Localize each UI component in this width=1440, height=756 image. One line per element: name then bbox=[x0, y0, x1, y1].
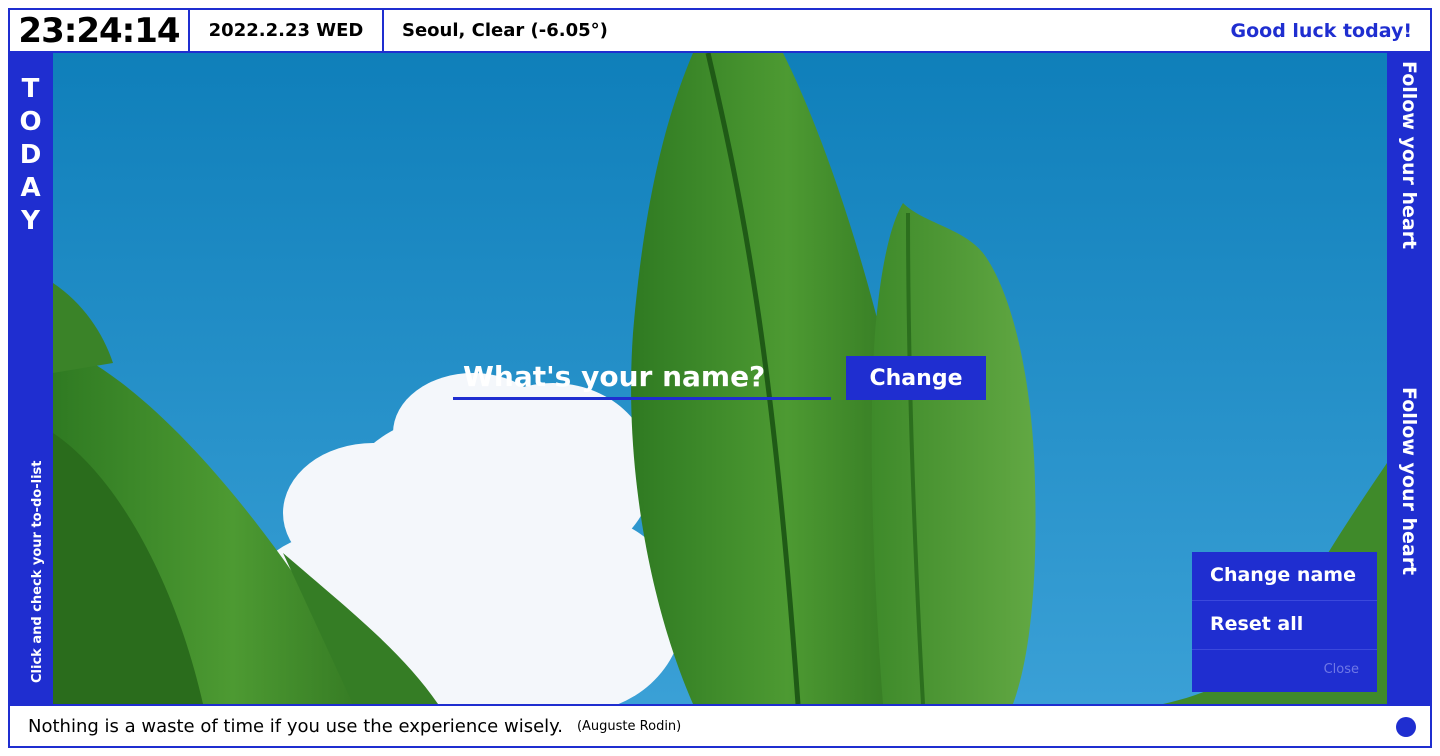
reset-all-menu-item[interactable]: Reset all bbox=[1192, 601, 1377, 650]
today-letter: Y bbox=[21, 206, 40, 236]
change-button[interactable]: Change bbox=[846, 356, 986, 400]
app-frame: 23:24:14 2022.2.23 WED Seoul, Clear (-6.… bbox=[0, 0, 1440, 756]
today-letter: T bbox=[21, 74, 40, 104]
today-letter: O bbox=[19, 107, 42, 137]
change-name-menu-item[interactable]: Change name bbox=[1192, 552, 1377, 601]
today-letter: D bbox=[19, 140, 42, 170]
weather-display: Seoul, Clear (-6.05°) bbox=[402, 20, 608, 41]
quote-bar: Nothing is a waste of time if you use th… bbox=[8, 704, 1432, 748]
name-form: Change bbox=[453, 354, 993, 404]
motto-text: Follow your heart bbox=[1398, 387, 1420, 576]
left-sidebar: T O D A Y Click and check your to-do-lis… bbox=[8, 53, 53, 704]
today-title: T O D A Y bbox=[8, 73, 53, 238]
close-menu-button[interactable]: Close bbox=[1192, 650, 1377, 692]
quote-text: Nothing is a waste of time if you use th… bbox=[28, 715, 563, 737]
right-sidebar: Follow your heart Follow your heart bbox=[1387, 53, 1432, 704]
today-letter: A bbox=[20, 173, 41, 203]
motto-text: Follow your heart bbox=[1398, 61, 1420, 250]
todo-list-link[interactable]: Click and check your to-do-list bbox=[30, 461, 45, 683]
clock: 23:24:14 bbox=[10, 10, 190, 51]
menu-toggle-dot[interactable] bbox=[1396, 717, 1416, 737]
settings-menu: Change name Reset all Close bbox=[1192, 552, 1377, 692]
quote-author: (Auguste Rodin) bbox=[576, 718, 682, 734]
top-bar: 23:24:14 2022.2.23 WED Seoul, Clear (-6.… bbox=[8, 8, 1432, 53]
name-input[interactable] bbox=[453, 356, 831, 400]
date-display: 2022.2.23 WED bbox=[190, 10, 384, 51]
greeting-text: Good luck today! bbox=[1230, 19, 1413, 42]
